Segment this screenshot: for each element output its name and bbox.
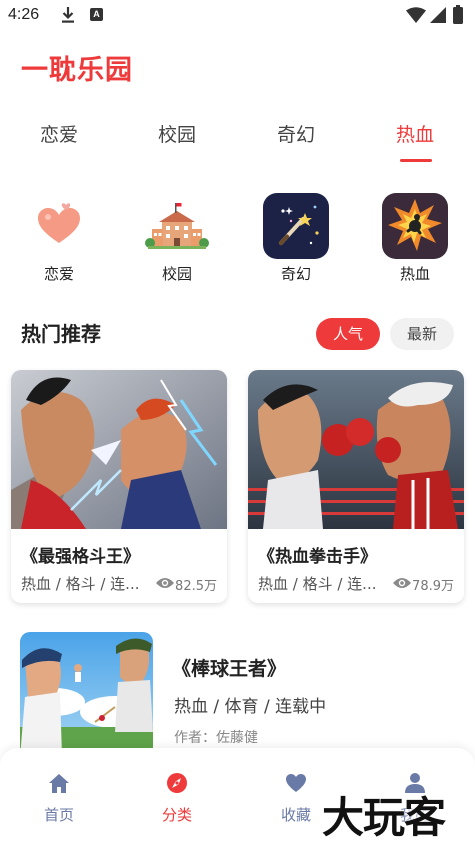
- heart-icon: [26, 193, 92, 259]
- category-label: 校园: [161, 265, 192, 283]
- comic-title: 《热血拳击手》: [258, 547, 377, 567]
- tab-action[interactable]: 热血: [356, 120, 474, 147]
- category-tabs: 恋爱 校园 奇幻 热血: [0, 112, 475, 168]
- view-count: 78.9万: [412, 579, 454, 594]
- active-tab-indicator: [400, 159, 432, 162]
- download-icon: [62, 7, 74, 23]
- tab-romance[interactable]: 恋爱: [0, 120, 118, 147]
- category-romance[interactable]: 恋爱: [0, 193, 118, 284]
- wifi-icon: [406, 7, 426, 23]
- comic-list-item[interactable]: 《棒球王者》 热血 / 体育 / 连载中 作者：佐藤健: [20, 632, 460, 757]
- category-campus[interactable]: 校园: [118, 193, 236, 284]
- tab-campus[interactable]: 校园: [118, 120, 236, 147]
- comic-cover-image: [20, 632, 153, 757]
- comic-card[interactable]: 《热血拳击手》 热血 / 格斗 / 连... 78.9万: [248, 370, 464, 603]
- battery-icon: [453, 5, 463, 24]
- comic-tags: 热血 / 体育 / 连载中: [174, 697, 327, 717]
- comic-tags: 热血 / 格斗 / 连...: [258, 575, 377, 593]
- eye-icon: [393, 578, 411, 588]
- comic-tags: 热血 / 格斗 / 连...: [21, 575, 140, 593]
- heart-icon: [286, 774, 306, 792]
- sort-latest-button[interactable]: 最新: [390, 318, 454, 350]
- nav-label: 首页: [43, 806, 74, 824]
- home-icon: [49, 774, 69, 793]
- comic-title: 《棒球王者》: [172, 658, 287, 680]
- comic-title: 《最强格斗王》: [21, 547, 140, 567]
- nav-home[interactable]: 首页: [0, 772, 118, 825]
- status-time: 4:26: [8, 6, 40, 23]
- tab-fantasy[interactable]: 奇幻: [237, 120, 355, 147]
- signal-icon: [430, 7, 446, 23]
- nav-category[interactable]: 分类: [118, 772, 236, 825]
- notification-icon: A: [90, 8, 103, 21]
- category-label: 热血: [399, 265, 430, 283]
- nav-label: 分类: [161, 806, 192, 824]
- comic-card[interactable]: 《最强格斗王》 热血 / 格斗 / 连... 82.5万: [11, 370, 227, 603]
- category-label: 恋爱: [43, 265, 74, 283]
- comic-cover-image: [11, 370, 227, 529]
- watermark-logo: 大玩客: [322, 793, 446, 842]
- app-title: 一耽乐园: [21, 55, 133, 86]
- comic-cover-image: [248, 370, 464, 529]
- sort-popular-button[interactable]: 人气: [316, 318, 380, 350]
- category-fantasy[interactable]: 奇幻: [237, 193, 355, 284]
- comic-author: 作者：佐藤健: [174, 730, 258, 746]
- view-count: 82.5万: [175, 579, 217, 594]
- compass-icon: [167, 773, 187, 793]
- eye-icon: [156, 578, 174, 588]
- status-bar: 4:26 A: [0, 0, 475, 32]
- school-icon: [144, 193, 210, 259]
- category-action[interactable]: 热血: [356, 193, 474, 284]
- explosion-icon: [382, 193, 448, 259]
- category-label: 奇幻: [280, 265, 311, 283]
- section-title: 热门推荐: [21, 322, 101, 346]
- magic-wand-icon: [263, 193, 329, 259]
